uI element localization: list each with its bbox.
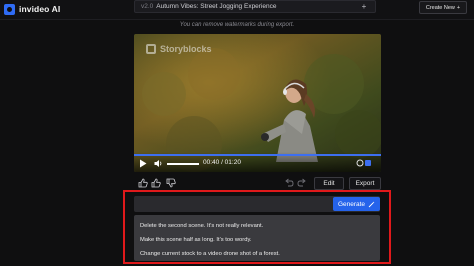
suggestion-item[interactable]: Make this scene half as long. It's too w… [140, 233, 374, 247]
video-player[interactable]: Storyblocks 00:40 / 01:20 [134, 34, 381, 172]
top-bar: invideo AI v2.0 Autumn Vibes: Street Jog… [0, 0, 474, 20]
create-new-label: Create New [425, 4, 455, 11]
suggestion-item[interactable]: Change current stock to a video drone sh… [140, 247, 374, 261]
project-title-bar[interactable]: v2.0 Autumn Vibes: Street Jogging Experi… [134, 0, 376, 13]
version-badge: v2.0 [141, 3, 154, 10]
video-controls: 00:40 / 01:20 [134, 152, 381, 172]
watermark-text: Storyblocks [160, 44, 212, 54]
create-new-button[interactable]: Create New + [419, 1, 467, 14]
thumbs-up-alt-icon[interactable] [151, 178, 161, 188]
thumbs-up-icon[interactable] [138, 178, 148, 188]
time-display: 00:40 / 01:20 [203, 159, 241, 166]
thumbs-down-icon[interactable] [166, 178, 176, 188]
video-actions: Edit Export [134, 176, 381, 190]
magic-wand-icon [368, 201, 375, 207]
redo-icon[interactable] [297, 178, 307, 188]
volume-level [167, 163, 199, 165]
storyblocks-watermark: Storyblocks [146, 44, 212, 54]
playback-settings-icon[interactable] [356, 159, 372, 167]
play-icon[interactable] [139, 159, 147, 168]
export-button[interactable]: Export [349, 177, 381, 190]
watermark-notice: You can remove watermarks during export. [179, 22, 295, 28]
suggestions-list: Delete the second scene. It's not really… [134, 215, 380, 261]
app-name: invideo AI [19, 4, 61, 14]
edit-button[interactable]: Edit [314, 177, 344, 190]
project-title[interactable]: Autumn Vibes: Street Jogging Experience [156, 3, 359, 10]
invideo-logo-icon [4, 3, 15, 15]
progress-bar[interactable] [134, 154, 381, 156]
add-icon[interactable]: + [359, 2, 369, 11]
plus-icon: + [456, 4, 461, 11]
generate-button[interactable]: Generate [333, 197, 380, 211]
app-logo[interactable]: invideo AI [4, 2, 60, 16]
undo-icon[interactable] [284, 178, 294, 188]
storyblocks-logo-icon [146, 44, 156, 54]
suggestion-item[interactable]: Delete the second scene. It's not really… [140, 219, 374, 233]
volume-slider[interactable] [167, 163, 199, 165]
volume-icon[interactable] [154, 159, 163, 168]
generate-label: Generate [337, 200, 366, 208]
